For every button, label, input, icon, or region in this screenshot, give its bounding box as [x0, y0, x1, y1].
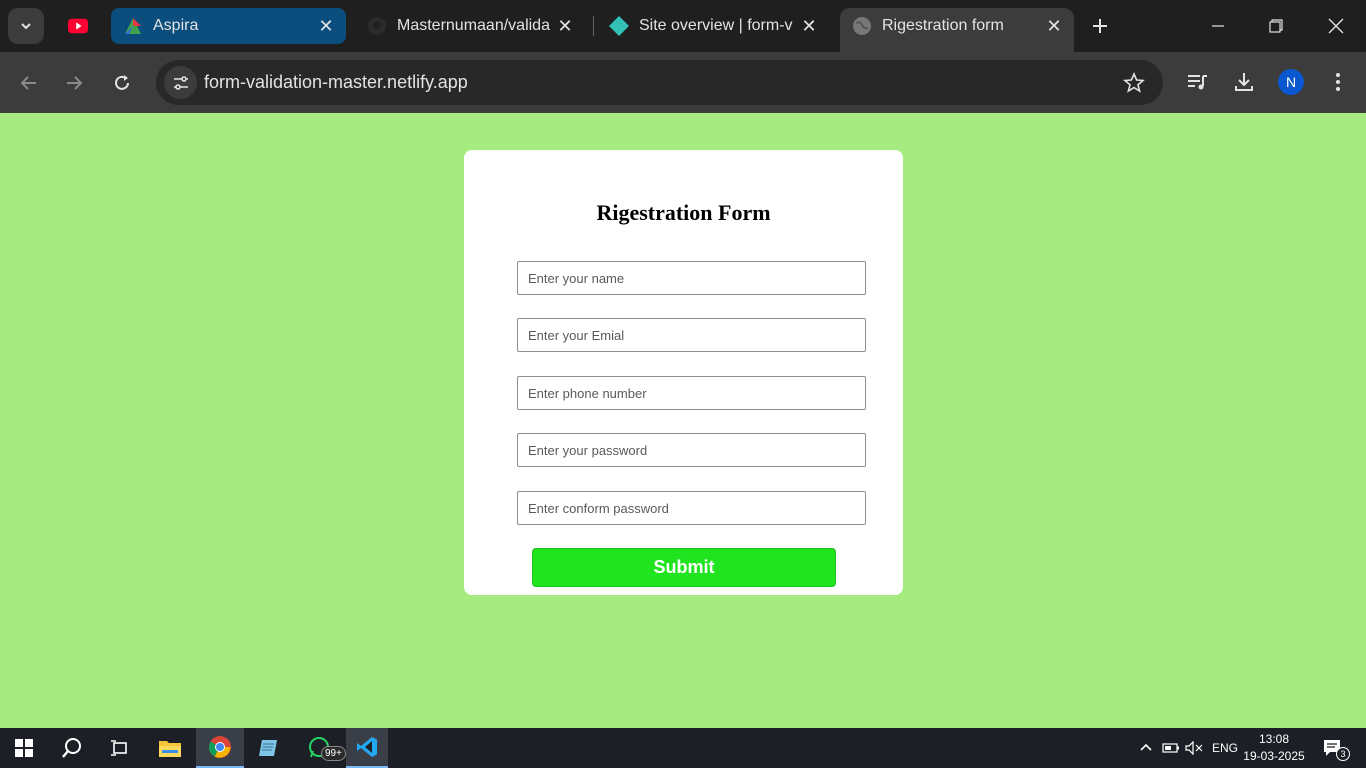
name-field[interactable]: [517, 261, 866, 295]
site-info-button[interactable]: [164, 66, 197, 99]
vscode-icon: [357, 737, 377, 757]
queue-music-icon: [1188, 75, 1207, 90]
bookmark-button[interactable]: [1121, 70, 1147, 96]
phone-field[interactable]: [517, 376, 866, 410]
tune-icon: [173, 75, 188, 90]
back-button[interactable]: [11, 65, 47, 101]
close-icon[interactable]: ✕: [553, 14, 577, 38]
tab-youtube[interactable]: [56, 8, 100, 44]
search-icon: [62, 738, 81, 758]
email-field[interactable]: [517, 318, 866, 352]
windows-taskbar: 99+ ENG 13:08 19-03-2025 3: [0, 728, 1366, 768]
tab-title: Site overview | form-v: [639, 17, 793, 34]
youtube-icon: [68, 16, 88, 36]
language-indicator[interactable]: ENG: [1212, 728, 1238, 768]
close-icon: [1328, 18, 1344, 34]
media-controls-button[interactable]: [1181, 66, 1213, 98]
browser-toolbar: form-validation-master.netlify.app N: [0, 52, 1366, 113]
chevron-up-icon: [1140, 743, 1152, 751]
tab-title: Aspira: [153, 17, 199, 34]
file-explorer-button[interactable]: [146, 728, 194, 768]
globe-icon: [852, 16, 872, 36]
volume-button[interactable]: [1185, 728, 1203, 768]
confirm-password-field[interactable]: [517, 491, 866, 525]
url-text: form-validation-master.netlify.app: [204, 72, 468, 92]
restore-icon: [1269, 19, 1283, 33]
arrow-left-icon: [20, 76, 36, 90]
profile-button[interactable]: N: [1275, 66, 1307, 98]
close-icon[interactable]: ✕: [314, 14, 338, 38]
more-vert-icon: [1336, 73, 1340, 91]
notification-center-button[interactable]: 3: [1322, 728, 1350, 768]
notepad-button[interactable]: [244, 728, 292, 768]
task-view-icon: [111, 740, 127, 756]
clock-date: 19-03-2025: [1243, 749, 1305, 763]
menu-button[interactable]: [1322, 66, 1354, 98]
search-button[interactable]: [48, 728, 96, 768]
tab-github[interactable]: Masternumaan/valida ✕: [355, 8, 585, 44]
battery-icon: [1162, 743, 1179, 753]
close-icon[interactable]: ✕: [1042, 14, 1066, 38]
new-tab-button[interactable]: [1086, 12, 1114, 40]
restore-button[interactable]: [1256, 8, 1296, 44]
notepad-icon: [259, 740, 277, 756]
form-title: Rigestration Form: [596, 200, 771, 225]
minimize-icon: [1212, 25, 1224, 27]
clock-time: 13:08: [1258, 732, 1290, 746]
reload-icon: [115, 75, 129, 90]
avatar: N: [1278, 69, 1304, 95]
chrome-icon: [209, 736, 231, 758]
password-field[interactable]: [517, 433, 866, 467]
notification-badge: 99+: [321, 746, 346, 761]
browser-tab-strip: Aspira ✕ Masternumaan/valida ✕ Site over…: [0, 0, 1366, 52]
netlify-icon: [609, 16, 629, 36]
clock[interactable]: 13:08 19-03-2025: [1240, 731, 1308, 765]
vscode-button[interactable]: [346, 728, 388, 768]
tab-title: Rigestration form: [882, 17, 1004, 34]
tab-aspira[interactable]: Aspira ✕: [111, 8, 346, 44]
tab-search-button[interactable]: [8, 8, 44, 44]
aspira-icon: [123, 16, 143, 36]
close-icon[interactable]: ✕: [797, 14, 821, 38]
task-view-button[interactable]: [96, 728, 144, 768]
registration-form-card: Rigestration Form Submit: [464, 150, 903, 595]
submit-button[interactable]: Submit: [532, 548, 836, 587]
battery-button[interactable]: [1162, 728, 1180, 768]
address-bar[interactable]: form-validation-master.netlify.app: [156, 60, 1163, 105]
start-button[interactable]: [0, 728, 48, 768]
tab-netlify[interactable]: Site overview | form-v ✕: [597, 8, 829, 44]
minimize-button[interactable]: [1198, 8, 1238, 44]
tab-title: Masternumaan/valida: [397, 17, 550, 34]
chevron-down-icon: [21, 23, 31, 30]
whatsapp-button[interactable]: 99+: [296, 728, 346, 768]
show-hidden-icons-button[interactable]: [1139, 728, 1153, 768]
download-icon: [1235, 73, 1253, 91]
close-window-button[interactable]: [1316, 8, 1356, 44]
folder-icon: [159, 741, 181, 757]
notification-count-badge: 3: [1336, 747, 1350, 761]
chrome-taskbar-button[interactable]: [196, 728, 244, 768]
volume-muted-icon: [1185, 741, 1203, 755]
tab-divider: [593, 16, 594, 36]
github-icon: [367, 16, 387, 36]
arrow-right-icon: [67, 76, 83, 90]
reload-button[interactable]: [104, 65, 140, 101]
star-icon: [1123, 72, 1145, 93]
windows-logo-icon: [15, 739, 33, 757]
tab-registration-form[interactable]: Rigestration form ✕: [840, 8, 1074, 52]
downloads-button[interactable]: [1228, 66, 1260, 98]
forward-button[interactable]: [56, 65, 92, 101]
plus-icon: [1093, 19, 1107, 33]
